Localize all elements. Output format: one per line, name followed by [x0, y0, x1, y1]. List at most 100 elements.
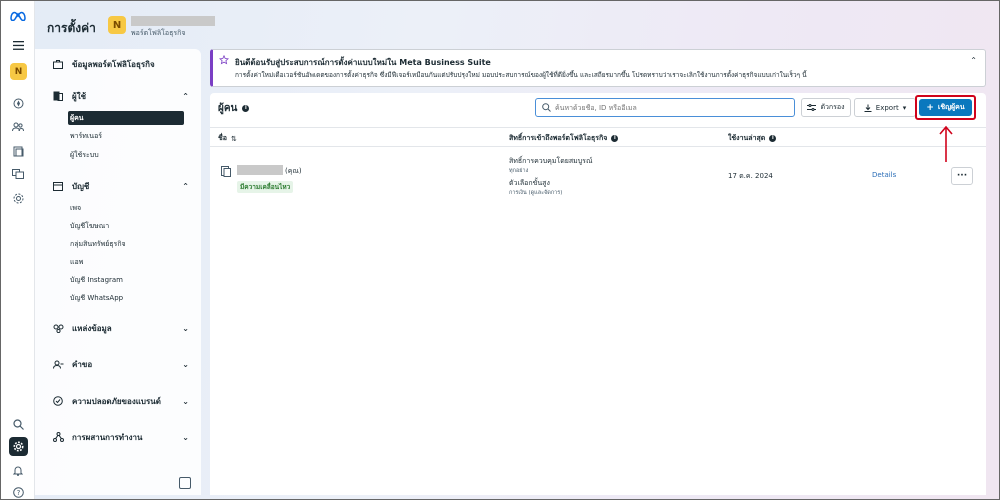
briefcase-icon	[53, 59, 65, 69]
nav-whatsapp-accounts[interactable]: บัญชี WhatsApp	[69, 291, 185, 305]
panel-title: ผู้คน	[218, 103, 238, 114]
shield-icon	[53, 396, 65, 406]
info-icon[interactable]: i	[242, 105, 250, 112]
nav-integrations[interactable]: การผสานการทำงาน ⌄	[53, 428, 189, 446]
nav-apps[interactable]: แอพ	[69, 255, 185, 269]
main-content: ยินดีต้อนรับสู่ประสบการณ์การตั้งค่าแบบให…	[210, 49, 986, 495]
more-options-button[interactable]: ···	[951, 167, 973, 185]
data-sources-icon	[53, 324, 65, 333]
page-title: การตั้งค่า	[47, 21, 96, 35]
nav-integrations-label: การผสานการทำงาน	[72, 432, 143, 442]
status-badge: มีความเคลื่อนไหว	[237, 181, 294, 193]
business-avatar[interactable]: N	[108, 16, 126, 34]
menu-icon[interactable]	[8, 36, 28, 54]
col-name[interactable]: ชื่อ ⇅	[218, 133, 237, 144]
account-subtitle: พอร์ตโฟลิโอธุรกิจ	[131, 29, 186, 37]
annotation-arrow-icon	[939, 125, 953, 162]
chevron-down-icon: ⌄	[182, 323, 189, 333]
col-access: สิทธิ์การเข้าถึงพอร์ตโฟลิโอธุรกิจ i	[509, 133, 619, 144]
details-link[interactable]: Details	[872, 171, 896, 179]
users-icon	[53, 91, 65, 101]
nav-accounts-label: บัญชี	[72, 181, 90, 191]
redacted-business-name	[131, 16, 215, 26]
nav-requests-label: คำขอ	[72, 359, 93, 369]
search-box[interactable]	[535, 98, 795, 117]
table-header: ชื่อ ⇅ สิทธิ์การเข้าถึงพอร์ตโฟลิโอธุรกิจ…	[210, 127, 986, 147]
nav-people[interactable]: ผู้คน	[68, 111, 184, 125]
nav-system-users[interactable]: ผู้ใช้ระบบ	[69, 148, 185, 162]
chevron-down-icon: ⌄	[182, 396, 189, 406]
help-icon[interactable]: ?	[8, 483, 28, 499]
export-button[interactable]: Export ▾	[854, 98, 916, 117]
table-row[interactable]: (คุณ) มีความเคลื่อนไหว สิทธิ์การควบคุมโด…	[210, 148, 986, 208]
nav-partners[interactable]: พาร์ทเนอร์	[69, 129, 185, 143]
download-icon	[864, 104, 872, 112]
nav-data-sources[interactable]: แหล่งข้อมูล ⌄	[53, 319, 189, 337]
collapse-sidebar-icon[interactable]	[179, 477, 191, 489]
star-icon	[218, 54, 230, 67]
pages-icon[interactable]	[8, 142, 28, 160]
search-icon[interactable]	[8, 415, 28, 433]
nav-accounts-section[interactable]: บัญชี ⌃	[53, 177, 189, 195]
col-last-active-label: ใช้งานล่าสุด	[728, 134, 766, 142]
svg-text:?: ?	[16, 489, 20, 497]
account-avatar[interactable]: N	[10, 63, 27, 80]
banner-title: ยินดีต้อนรับสู่ประสบการณ์การตั้งค่าแบบให…	[235, 58, 491, 67]
home-icon[interactable]	[8, 94, 28, 112]
nav-users-section[interactable]: ผู้ใช้ ⌃	[53, 87, 189, 105]
window: N ? การตั้งค่า N พอร์ตโฟลิโอธุรกิจ ข้อมู…	[0, 0, 1000, 500]
chevron-up-icon: ⌃	[182, 181, 189, 191]
catalog-icon[interactable]	[8, 165, 28, 183]
sort-icon[interactable]: ⇅	[231, 135, 237, 143]
requests-icon	[53, 360, 65, 369]
settings-sidebar: ข้อมูลพอร์ตโฟลิโอธุรกิจ ผู้ใช้ ⌃ ผู้คน พ…	[35, 49, 201, 495]
perm-option: ตัวเลือกขั้นสูง	[509, 179, 550, 187]
nav-business-asset-groups[interactable]: กลุ่มสินทรัพย์ธุรกิจ	[69, 237, 185, 251]
meta-logo-icon[interactable]	[8, 7, 28, 25]
search-icon	[542, 103, 551, 112]
icon-rail: N ?	[1, 1, 35, 499]
nav-requests[interactable]: คำขอ ⌄	[53, 355, 189, 373]
perm-title-sub: ทุกอย่าง	[509, 168, 529, 174]
col-last-active: ใช้งานล่าสุด i	[728, 133, 777, 144]
caret-down-icon: ▾	[902, 103, 907, 112]
chevron-down-icon: ⌄	[182, 359, 189, 369]
last-active-date: 17 ต.ค. 2024	[728, 172, 773, 180]
nav-business-info[interactable]: ข้อมูลพอร์ตโฟลิโอธุรกิจ	[53, 55, 189, 73]
chevron-down-icon: ⌄	[182, 432, 189, 442]
person-card-icon	[221, 166, 231, 179]
redacted-user-name	[237, 165, 283, 175]
chevron-up-icon[interactable]: ⌃	[970, 56, 977, 65]
settings-icon[interactable]	[8, 189, 28, 207]
integrations-icon	[53, 432, 65, 442]
col-access-label: สิทธิ์การเข้าถึงพอร์ตโฟลิโอธุรกิจ	[509, 134, 608, 142]
bell-icon[interactable]	[8, 461, 28, 479]
perm-option-sub: การเงิน (ดูและจัดการ)	[509, 190, 563, 196]
info-icon[interactable]: i	[769, 135, 777, 142]
col-name-label: ชื่อ	[218, 134, 227, 142]
nav-business-info-label: ข้อมูลพอร์ตโฟลิโอธุรกิจ	[72, 59, 155, 69]
nav-pages[interactable]: เพจ	[69, 201, 185, 215]
chevron-up-icon: ⌃	[182, 91, 189, 101]
you-tag: (คุณ)	[285, 167, 302, 175]
annotation-highlight	[915, 95, 976, 120]
info-icon[interactable]: i	[611, 135, 619, 142]
filter-button[interactable]: ตัวกรอง	[801, 98, 851, 117]
filter-label: ตัวกรอง	[820, 103, 845, 111]
banner-body: การตั้งค่าใหม่เดือเวอร์ชันอัพเดตของการตั…	[235, 71, 807, 79]
filter-icon	[807, 104, 817, 111]
perm-title: สิทธิ์การควบคุมโดยสมบูรณ์	[509, 157, 593, 165]
export-label: Export	[875, 103, 899, 112]
nav-users-label: ผู้ใช้	[72, 91, 87, 101]
welcome-banner: ยินดีต้อนรับสู่ประสบการณ์การตั้งค่าแบบให…	[210, 49, 986, 87]
nav-brand-safety[interactable]: ความปลอดภัยของแบรนด์ ⌄	[53, 392, 189, 410]
nav-data-sources-label: แหล่งข้อมูล	[72, 323, 112, 333]
gear-icon[interactable]	[9, 437, 28, 456]
nav-instagram-accounts[interactable]: บัญชี Instagram	[69, 273, 185, 287]
nav-ad-accounts[interactable]: บัญชีโฆษณา	[69, 219, 185, 233]
search-input[interactable]	[555, 103, 785, 112]
people-icon[interactable]	[8, 118, 28, 136]
nav-brand-safety-label: ความปลอดภัยของแบรนด์	[72, 396, 161, 406]
people-panel: ผู้คน i ตัวกรอง Export ▾ + เชิญผู้คน	[210, 93, 986, 495]
accounts-icon	[53, 181, 65, 191]
